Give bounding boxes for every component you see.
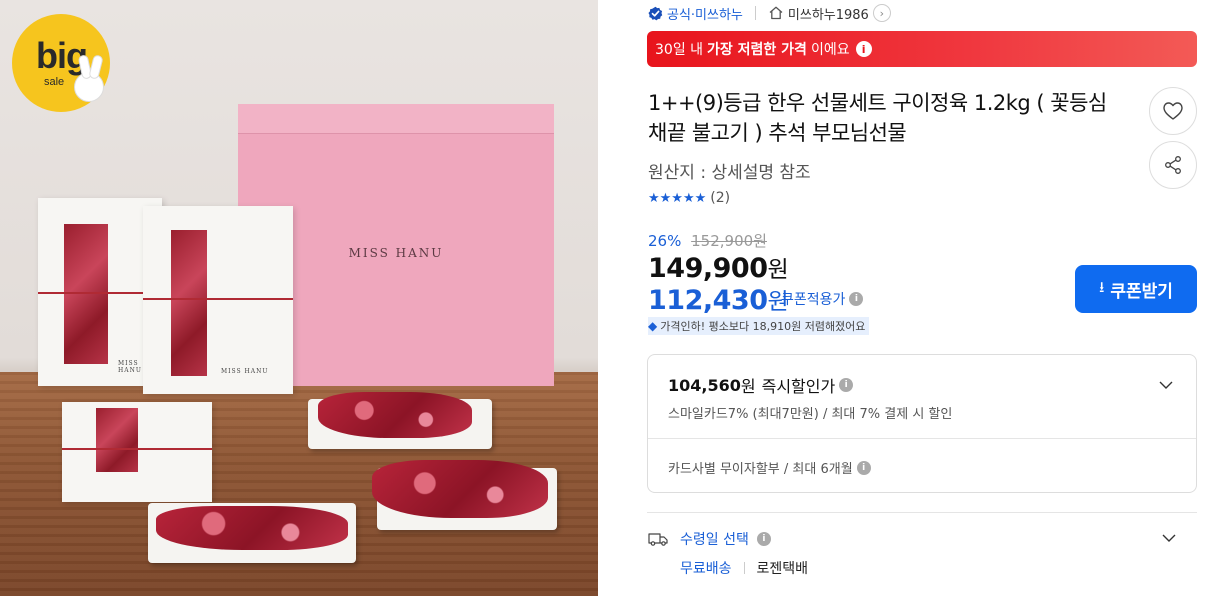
instant-discount-price: 104,560 원 즉시할인가 i bbox=[668, 373, 854, 397]
meat-gift-bag: MISS HANU bbox=[143, 206, 293, 394]
installment-info: 카드사별 무이자할부 / 최대 6개월 i bbox=[668, 458, 871, 477]
get-coupon-label: 쿠폰받기 bbox=[1110, 281, 1173, 302]
wishlist-button[interactable] bbox=[1149, 87, 1197, 135]
rating-row[interactable]: ★★★★★ (2) bbox=[648, 190, 730, 206]
beef-cut bbox=[318, 392, 472, 438]
discount-row: 26% 152,900원 bbox=[648, 230, 767, 251]
product-image[interactable]: MISS HANU MISS HANU MISS HANU big sale bbox=[0, 0, 598, 596]
price-drop-arrow-icon: ◆ bbox=[648, 319, 658, 333]
bunny-mascot-icon bbox=[74, 72, 104, 102]
beef-cut bbox=[372, 460, 548, 518]
seller-row: 공식·미쓰하누 미쓰하누1986 › bbox=[648, 2, 891, 24]
bag-window bbox=[64, 224, 108, 364]
courier-name: 로젠택배 bbox=[756, 561, 809, 577]
store-name-link[interactable]: 미쓰하누1986 bbox=[788, 4, 869, 23]
chevron-right-icon[interactable]: › bbox=[872, 4, 891, 22]
coupon-note-label: 쿠폰적용가 bbox=[781, 292, 846, 308]
share-button[interactable] bbox=[1149, 141, 1197, 189]
meat-gift-sleeve bbox=[62, 402, 212, 502]
truck-icon bbox=[648, 533, 668, 546]
star-rating-icon: ★★★★★ bbox=[648, 190, 707, 206]
lowest-price-banner: 30일 내 가장 저렴한 가격 이에요 i bbox=[647, 31, 1197, 67]
delivery-label: 수령일 선택 bbox=[680, 532, 749, 548]
info-icon[interactable]: i bbox=[855, 41, 872, 57]
price-drop-text: 가격인하! 평소보다 18,910원 저렴해졌어요 bbox=[660, 320, 866, 333]
smile-card-discount-text: 스마일카드7% (최대7만원) / 최대 7% 결제 시 할인 bbox=[668, 407, 953, 422]
discount-rate: 26% bbox=[648, 232, 682, 250]
divider bbox=[647, 512, 1197, 513]
instant-discount-section[interactable]: 104,560 원 즉시할인가 i 스마일카드7% (최대7만원) / 최대 7%… bbox=[648, 355, 1196, 439]
sale-price-unit: 원 bbox=[767, 257, 789, 283]
product-title: 1++(9)등급 한우 선물세트 구이정육 1.2kg ( 꽃등심 채끝 불고기… bbox=[648, 91, 1107, 145]
big-sale-subword: sale bbox=[44, 76, 65, 88]
free-shipping-label: 무료배송 bbox=[680, 561, 732, 577]
chevron-down-icon[interactable] bbox=[1161, 530, 1177, 546]
divider bbox=[743, 562, 745, 574]
origin-info: 원산지 : 상세설명 참조 bbox=[648, 163, 811, 183]
sale-price: 149,900원 bbox=[648, 250, 789, 284]
sale-price-number: 149,900 bbox=[648, 253, 768, 284]
card-discount-panel: 104,560 원 즉시할인가 i 스마일카드7% (최대7만원) / 최대 7%… bbox=[647, 354, 1197, 493]
delivery-date-selector[interactable]: 수령일 선택 i bbox=[648, 529, 771, 549]
heart-icon bbox=[1163, 102, 1183, 120]
info-icon[interactable]: i bbox=[839, 378, 854, 392]
share-icon bbox=[1165, 156, 1181, 174]
get-coupon-button[interactable]: ⭳ 쿠폰받기 bbox=[1075, 265, 1197, 313]
instant-price-number: 104,560 bbox=[668, 375, 741, 395]
coupon-price: 112,430원 bbox=[648, 282, 789, 316]
info-icon[interactable]: i bbox=[756, 532, 771, 546]
banner-prefix: 30일 내 bbox=[655, 42, 704, 58]
download-icon: ⭳ bbox=[1099, 277, 1105, 296]
banner-highlight: 가장 저렴한 가격 bbox=[707, 42, 807, 58]
installment-text: 카드사별 무이자할부 / 최대 6개월 bbox=[668, 462, 853, 477]
official-store-label[interactable]: 공식·미쓰하누 bbox=[667, 4, 743, 23]
price-drop-notice: ◆ 가격인하! 평소보다 18,910원 저렴해졌어요 bbox=[648, 317, 870, 335]
divider bbox=[754, 6, 756, 20]
info-icon[interactable]: i bbox=[856, 460, 871, 475]
original-price: 152,900원 bbox=[691, 232, 767, 250]
verified-badge-icon bbox=[648, 6, 663, 20]
ribbon bbox=[143, 298, 293, 300]
chevron-down-icon[interactable] bbox=[1158, 377, 1174, 393]
review-count[interactable]: (2) bbox=[710, 190, 730, 206]
big-sale-badge: big sale bbox=[12, 14, 110, 112]
coupon-price-number: 112,430 bbox=[648, 285, 768, 316]
instant-price-unit: 원 bbox=[740, 377, 756, 396]
info-icon[interactable]: i bbox=[849, 292, 864, 306]
beef-cut bbox=[156, 506, 348, 550]
ribbon bbox=[62, 448, 212, 450]
bag-window bbox=[96, 408, 138, 472]
bag-window bbox=[171, 230, 207, 376]
home-icon bbox=[769, 6, 783, 20]
shipping-info: 무료배송 로젠택배 bbox=[680, 558, 808, 578]
banner-suffix: 이에요 bbox=[810, 42, 850, 58]
bag-brand-label: MISS HANU bbox=[221, 368, 269, 375]
instant-price-label: 즉시할인가 bbox=[761, 377, 836, 396]
coupon-price-note: 쿠폰적용가 i bbox=[781, 289, 864, 309]
pink-gift-box-lid bbox=[238, 104, 554, 134]
